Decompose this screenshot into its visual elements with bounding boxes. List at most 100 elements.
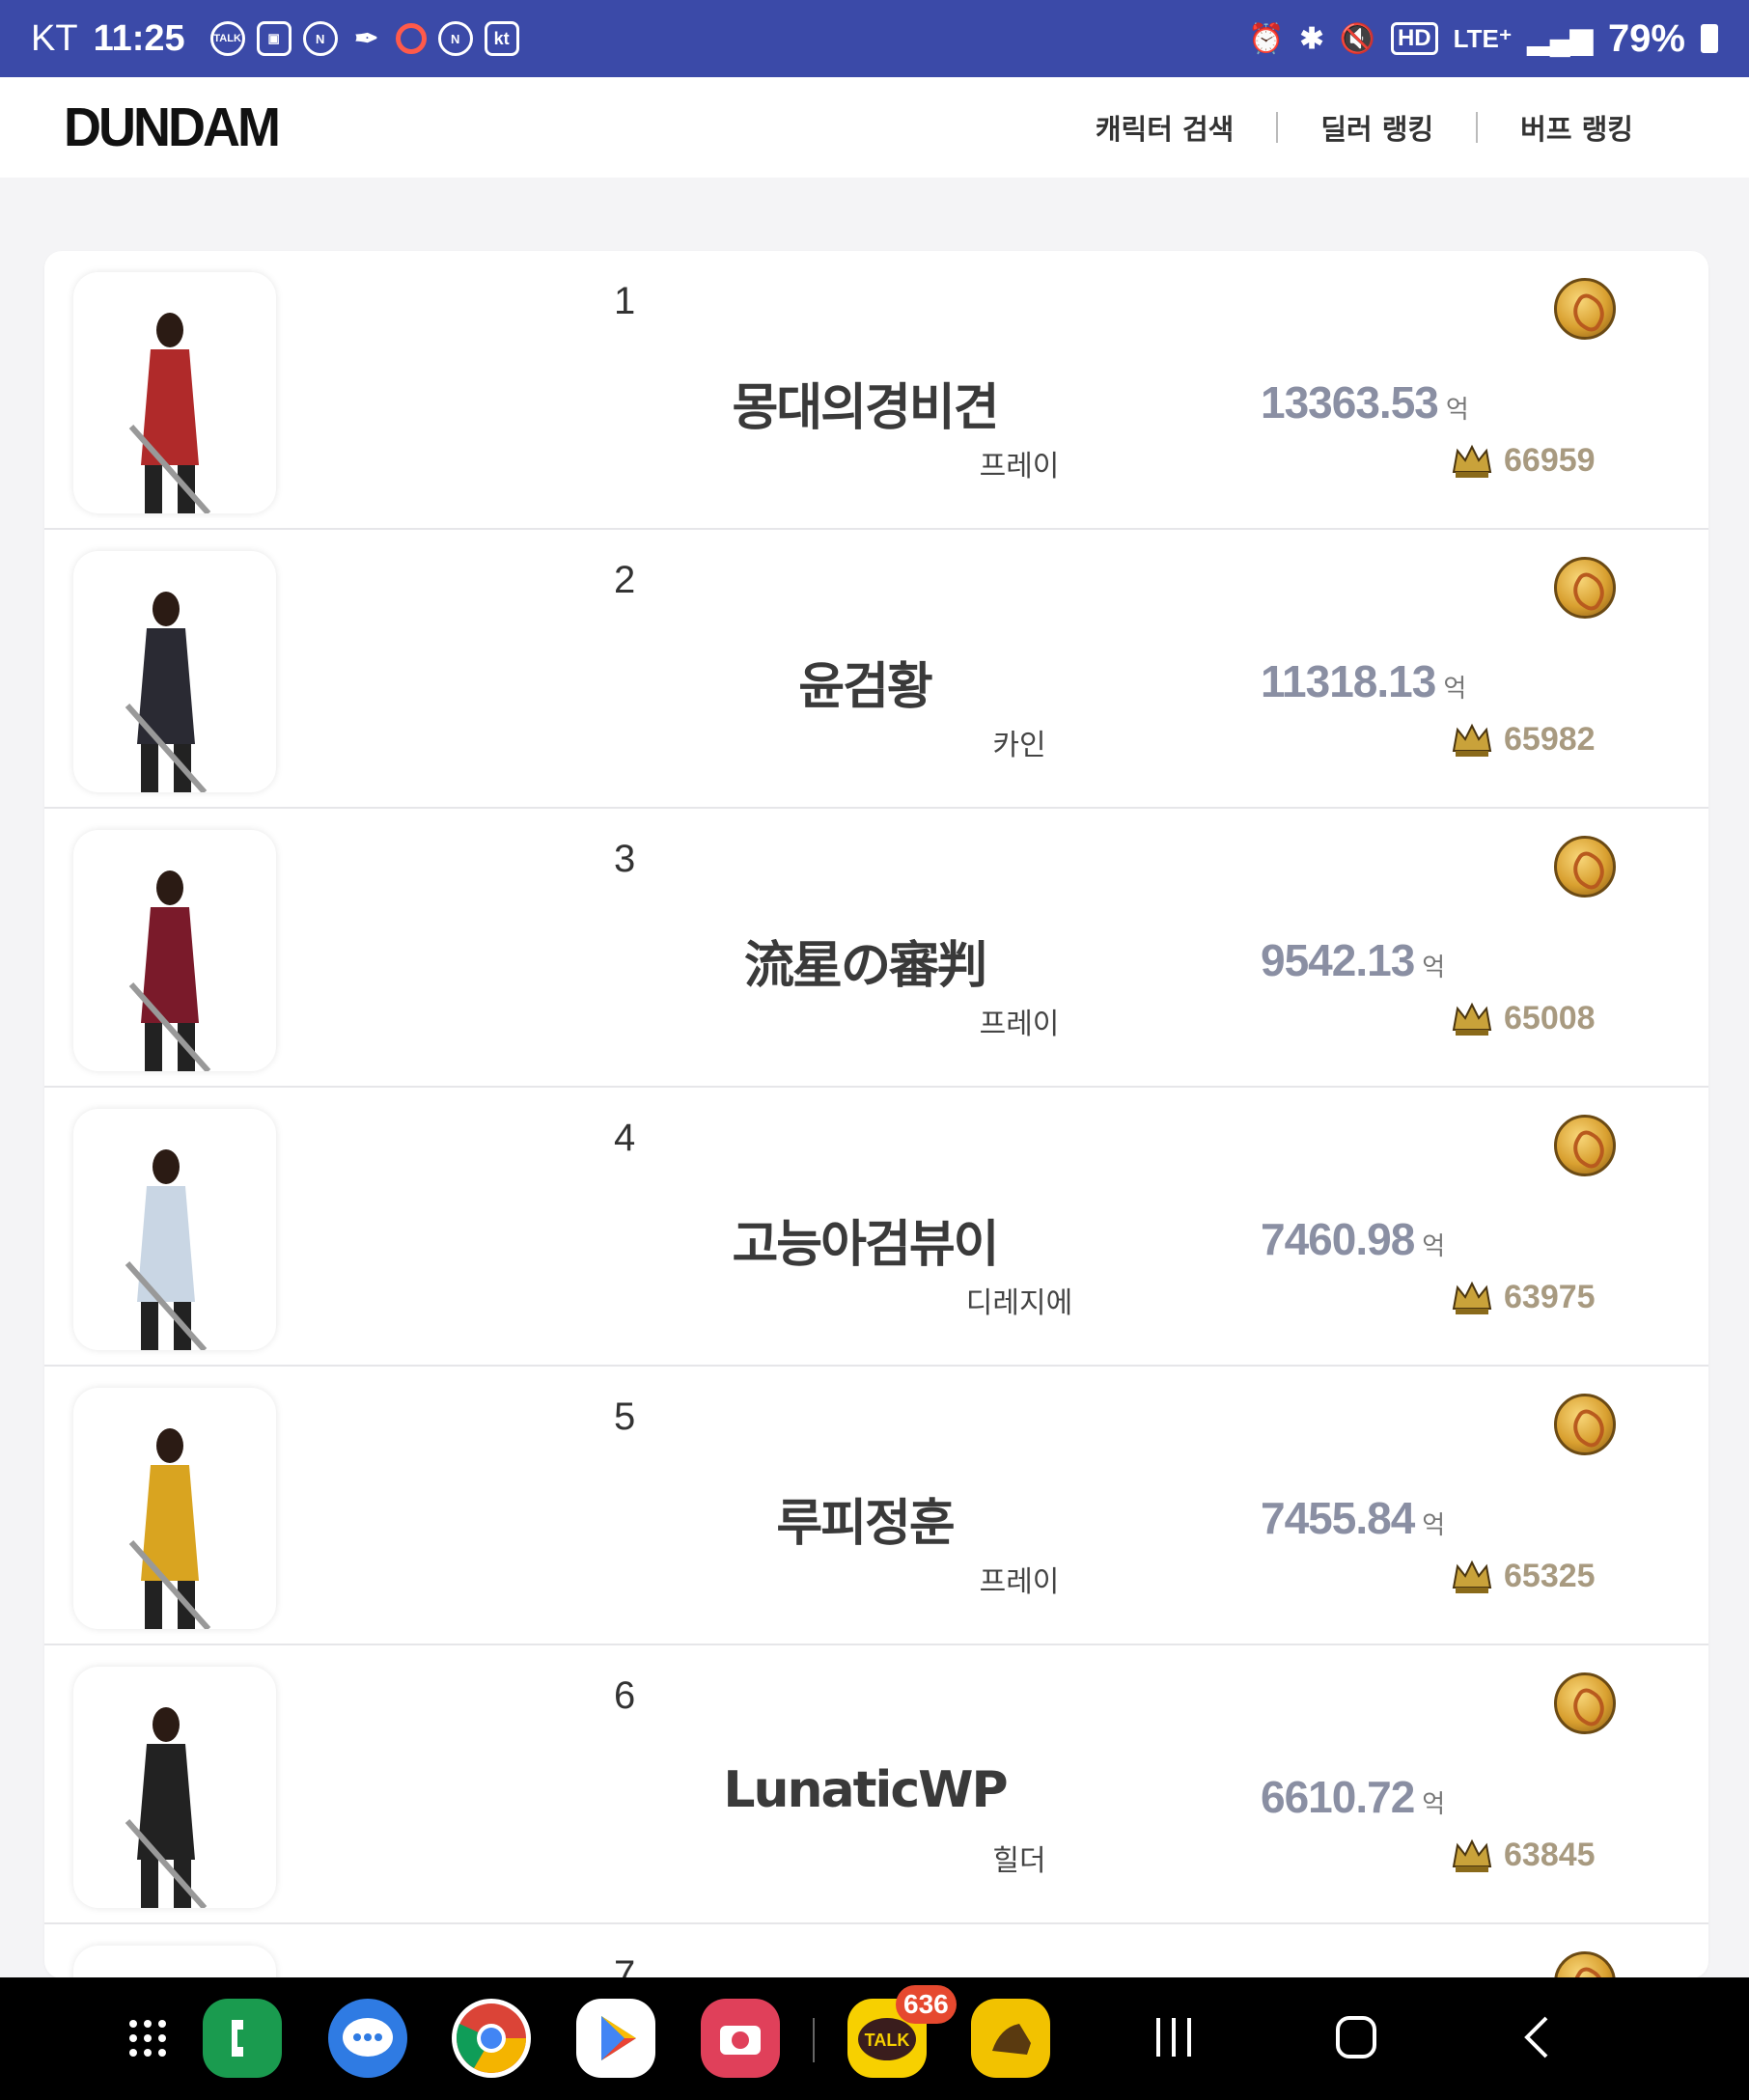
ranking-row[interactable]: 3 流星の審判 프레이 9542.13 억 65008	[44, 809, 1708, 1088]
clock: 11:25	[93, 17, 185, 59]
adventure-medal-icon	[1554, 557, 1616, 619]
fame-score: 63845	[1450, 1837, 1596, 1874]
site-header: DUNDAM 캐릭터 검색 딜러 랭킹 버프 랭킹	[0, 77, 1749, 178]
character-name[interactable]: 몽대의경비견	[624, 367, 1106, 439]
damage-unit: 억	[1422, 1789, 1445, 1818]
ranking-list: 1 몽대의경비견 프레이 13363.53 억 66959 2 윤검황 카인 11…	[44, 251, 1708, 1978]
rank-number: 4	[614, 1117, 636, 1159]
nav-dealer-ranking[interactable]: 딜러 랭킹	[1320, 107, 1433, 148]
fame-score: 65008	[1450, 1000, 1596, 1037]
naver-icon: N	[437, 21, 473, 56]
ranking-row[interactable]: 4 고능아검뷰이 디레지에 7460.98 억 63975	[44, 1088, 1708, 1367]
dock-divider	[813, 2018, 815, 2062]
damage-number: 6610.72	[1261, 1772, 1415, 1822]
hd-voice-icon: HD	[1390, 22, 1438, 55]
character-avatar[interactable]	[73, 1667, 276, 1908]
character-job: 프레이	[979, 450, 1060, 484]
fame-value: 65008	[1504, 1000, 1596, 1036]
nav-divider	[1476, 112, 1479, 143]
nav-buffer-ranking[interactable]: 버프 랭킹	[1520, 107, 1633, 148]
play-store-icon[interactable]	[576, 1999, 655, 2078]
naver-icon: N	[302, 21, 338, 56]
damage-number: 9542.13	[1261, 935, 1415, 985]
damage-value: 7460.98 억	[1261, 1213, 1445, 1265]
character-job: 프레이	[979, 1008, 1060, 1041]
fame-crown-icon	[1452, 1281, 1492, 1314]
signal-icon: ▂▄▆	[1527, 22, 1593, 55]
fame-crown-icon	[1452, 1002, 1492, 1036]
character-avatar[interactable]	[73, 551, 276, 792]
rank-number: 6	[614, 1674, 636, 1717]
fame-score: 65982	[1450, 721, 1596, 759]
rank-number: 5	[614, 1395, 636, 1438]
character-name[interactable]: 流星の審判	[624, 925, 1106, 997]
character-avatar[interactable]	[73, 830, 276, 1071]
system-navigation-bar: TALK 636	[0, 1977, 1749, 2100]
damage-unit: 억	[1422, 953, 1445, 981]
character-job: 디레지에	[965, 1286, 1073, 1320]
character-name[interactable]: 루피정훈	[624, 1482, 1106, 1555]
carrier-label: KT	[31, 17, 78, 59]
ranking-row[interactable]: 5 루피정훈 프레이 7455.84 억 65325	[44, 1367, 1708, 1645]
damage-value: 9542.13 억	[1261, 934, 1445, 986]
talk-icon: TALK	[209, 21, 245, 56]
fame-value: 65982	[1504, 721, 1596, 758]
site-logo[interactable]: DUNDAM	[64, 96, 281, 158]
character-name[interactable]: 고능아검뷰이	[624, 1203, 1106, 1276]
rank-number: 2	[614, 559, 636, 601]
rank-number: 3	[614, 838, 636, 880]
home-button[interactable]	[1334, 2014, 1378, 2064]
pen-icon: ✒	[354, 22, 379, 55]
damage-value: 13363.53 억	[1261, 376, 1469, 428]
character-avatar[interactable]	[73, 1109, 276, 1350]
rank-number: 1	[614, 280, 636, 322]
kakaotalk-badge: 636	[896, 1985, 957, 2024]
adventure-medal-icon	[1554, 836, 1616, 898]
character-name[interactable]: LunaticWP	[624, 1761, 1106, 1819]
ring-icon	[395, 23, 427, 54]
character-name[interactable]: 윤검황	[624, 646, 1106, 718]
lte-icon: LTE⁺	[1453, 23, 1513, 53]
adventure-medal-icon	[1554, 1394, 1616, 1455]
ranking-row[interactable]: 6 LunaticWP 힐더 6610.72 억 63845	[44, 1645, 1708, 1924]
damage-value: 6610.72 억	[1261, 1771, 1445, 1823]
ranking-row[interactable]: 7	[44, 1924, 1708, 1978]
kt-icon: kt	[484, 21, 519, 56]
nav-character-search[interactable]: 캐릭터 검색	[1096, 107, 1235, 148]
damage-number: 7455.84	[1261, 1493, 1415, 1543]
character-avatar[interactable]	[73, 1946, 276, 1978]
gallery-icon: ▣	[256, 21, 292, 56]
fame-crown-icon	[1452, 1560, 1492, 1593]
main-nav: 캐릭터 검색 딜러 랭킹 버프 랭킹	[1096, 107, 1633, 148]
fame-value: 66959	[1504, 442, 1596, 479]
character-avatar[interactable]	[73, 1388, 276, 1629]
character-avatar[interactable]	[73, 272, 276, 513]
back-button[interactable]	[1521, 2014, 1552, 2064]
fame-crown-icon	[1452, 1838, 1492, 1872]
status-bar: KT 11:25 TALK ▣ N ✒ N kt ⏰ ✱ 🔇 HD LTE⁺ ▂…	[0, 0, 1749, 77]
adventure-medal-icon	[1554, 1672, 1616, 1734]
damage-number: 11318.13	[1261, 656, 1436, 706]
ranking-row[interactable]: 1 몽대의경비견 프레이 13363.53 억 66959	[44, 251, 1708, 530]
fame-crown-icon	[1452, 444, 1492, 478]
chrome-icon[interactable]	[452, 1999, 531, 2078]
fame-score: 66959	[1450, 442, 1596, 480]
running-icon[interactable]	[971, 1999, 1050, 2078]
fame-crown-icon	[1452, 723, 1492, 757]
apps-grid-icon[interactable]	[108, 1999, 187, 2078]
fame-value: 65325	[1504, 1558, 1596, 1594]
recent-apps-button[interactable]	[1152, 2014, 1195, 2064]
adventure-medal-icon	[1554, 278, 1616, 340]
rank-number: 7	[614, 1953, 636, 1978]
messages-icon[interactable]	[328, 1999, 407, 2078]
camera-icon[interactable]	[701, 1999, 780, 2078]
mute-icon: 🔇	[1339, 22, 1375, 55]
kakaotalk-label: TALK	[865, 2031, 910, 2050]
damage-unit: 억	[1443, 674, 1466, 703]
fame-value: 63845	[1504, 1837, 1596, 1873]
phone-icon[interactable]	[203, 1999, 282, 2078]
damage-unit: 억	[1422, 1510, 1445, 1539]
damage-value: 7455.84 억	[1261, 1492, 1445, 1544]
ranking-row[interactable]: 2 윤검황 카인 11318.13 억 65982	[44, 530, 1708, 809]
damage-value: 11318.13 억	[1261, 655, 1466, 707]
